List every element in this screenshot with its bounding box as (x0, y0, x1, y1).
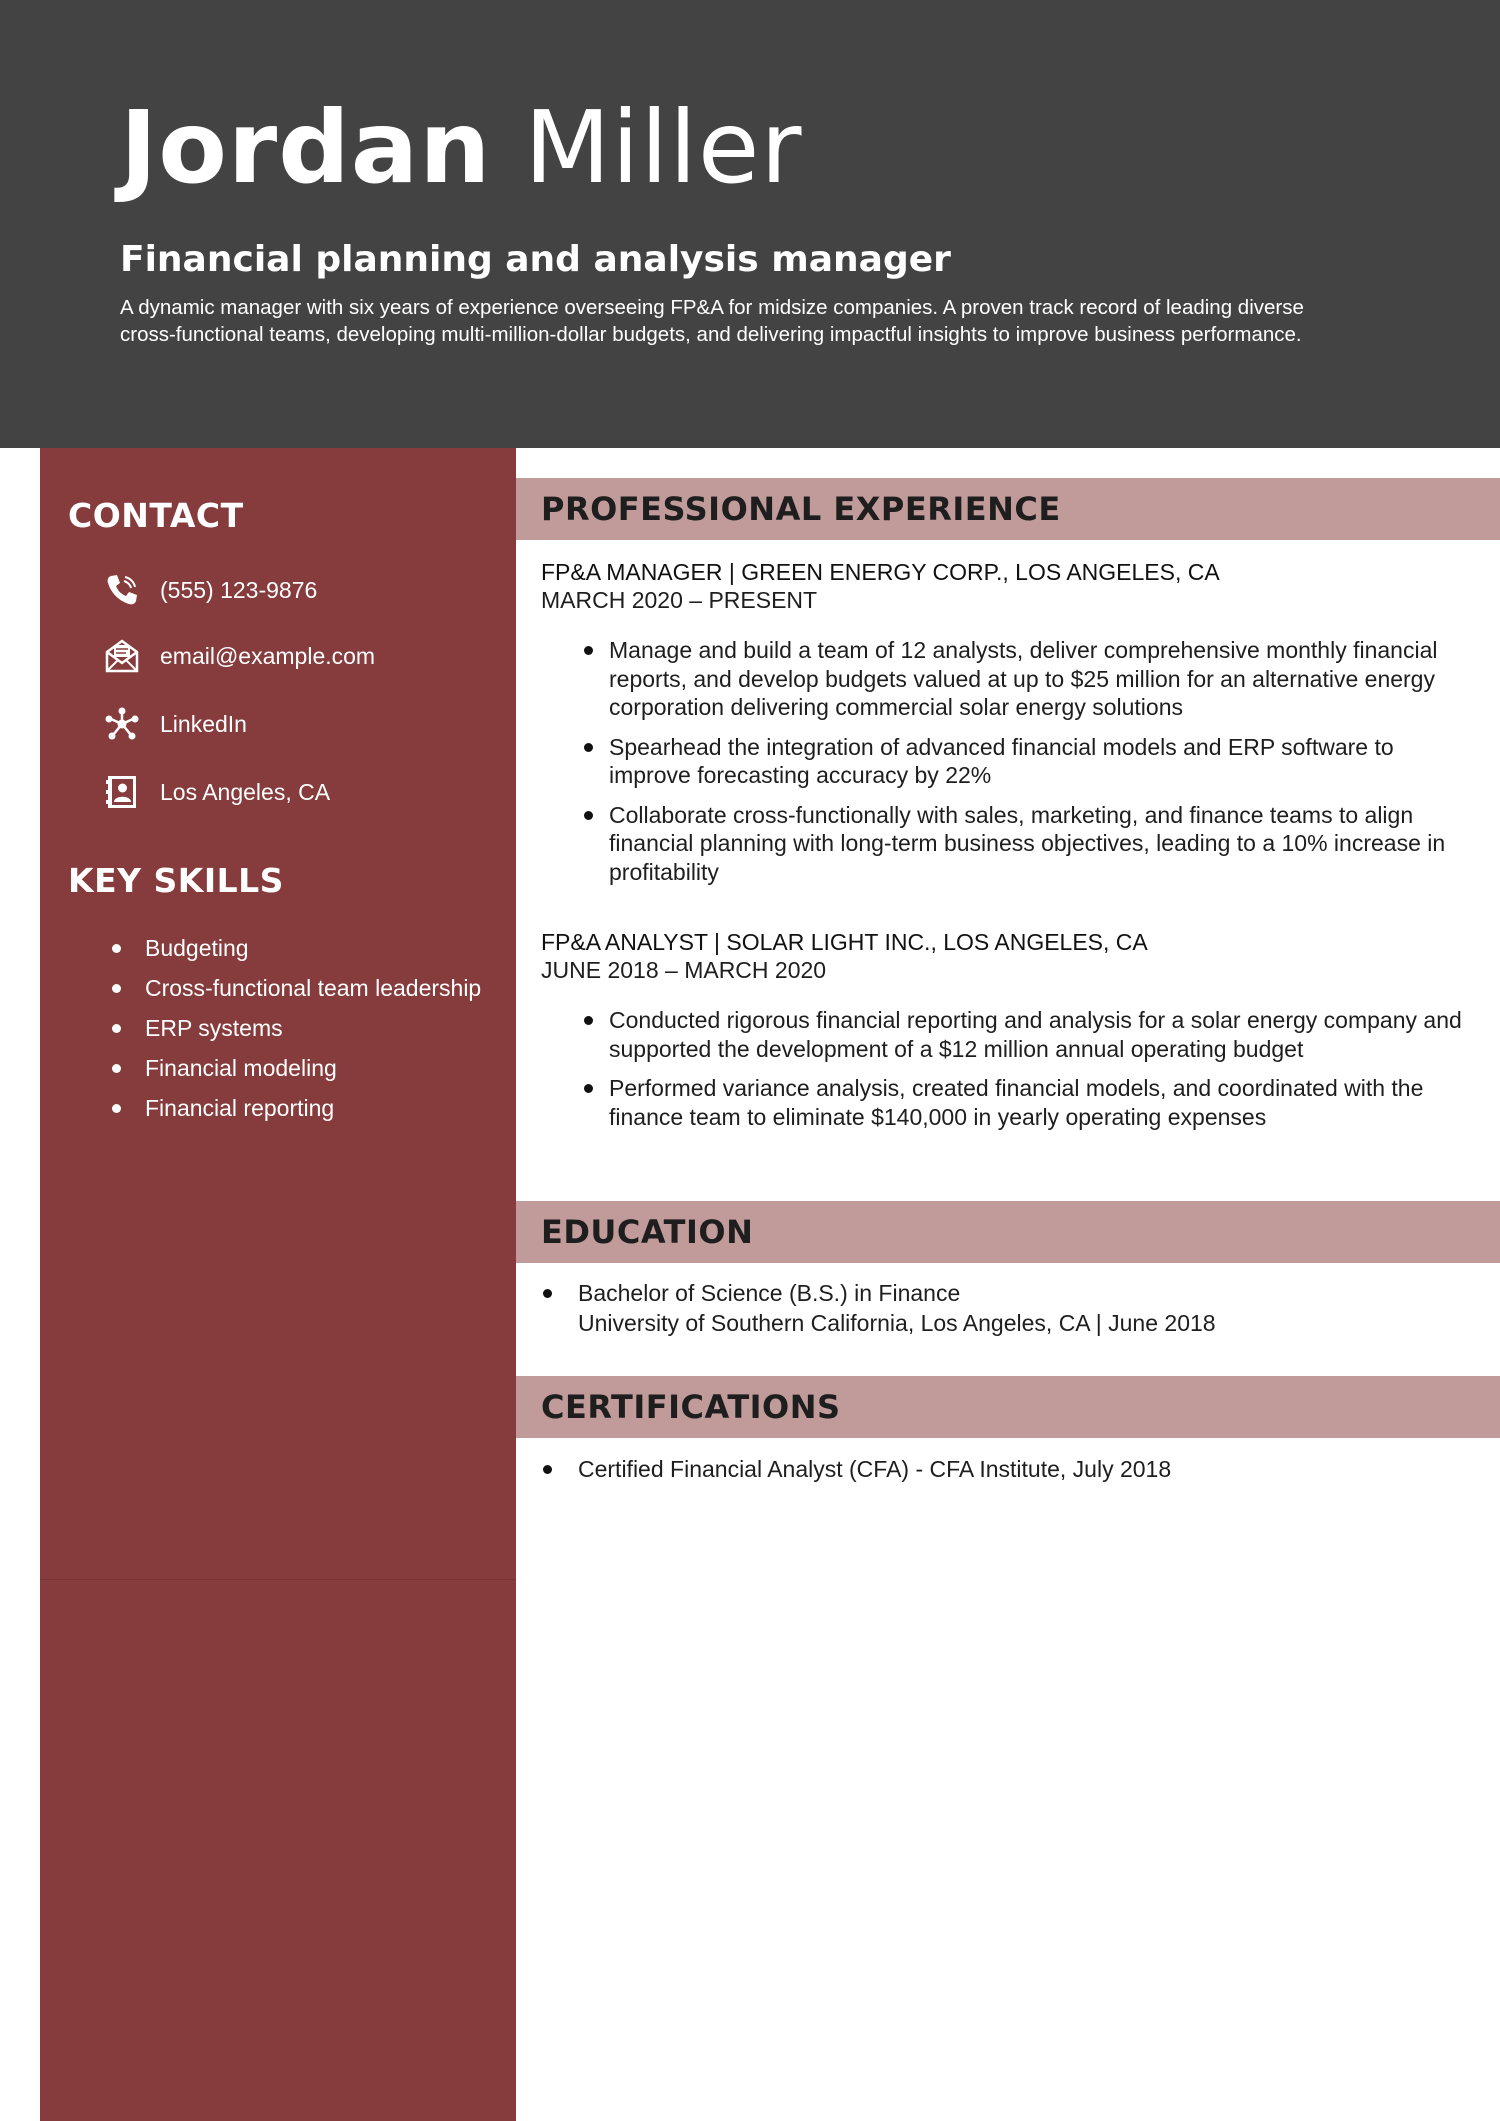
envelope-icon (105, 639, 139, 673)
phone-text: (555) 123-9876 (160, 576, 318, 603)
contact-linkedin: LinkedIn (104, 704, 247, 744)
job-title: Financial planning and analysis manager (120, 239, 951, 280)
certifications-list: Certified Financial Analyst (CFA) - CFA … (541, 1454, 1481, 1484)
list-item: Spearhead the integration of advanced fi… (584, 733, 1464, 790)
list-item: Financial modeling (108, 1054, 498, 1082)
contact-phone: (555) 123-9876 (104, 570, 317, 610)
professional-summary: A dynamic manager with six years of expe… (120, 296, 1304, 346)
job-header: FP&A MANAGER | GREEN ENERGY CORP., LOS A… (541, 559, 1220, 585)
list-item: Manage and build a team of 12 analysts, … (584, 636, 1464, 722)
first-name: Jordan (120, 89, 492, 206)
job-dates: MARCH 2020 – PRESENT (541, 587, 818, 613)
list-item: Performed variance analysis, created fin… (584, 1074, 1464, 1131)
contact-heading: CONTACT (68, 496, 244, 535)
address-card-icon (106, 776, 136, 808)
job-entry: FP&A MANAGER | GREEN ENERGY CORP., LOS A… (541, 558, 1481, 897)
main-content: PROFESSIONAL EXPERIENCE FP&A MANAGER | G… (516, 448, 1500, 2121)
job-header: FP&A ANALYST | SOLAR LIGHT INC., LOS ANG… (541, 929, 1148, 955)
certification: Certified Financial Analyst (CFA) - CFA … (578, 1456, 1172, 1482)
email-text: email@example.com (160, 642, 376, 669)
candidate-name: Jordan Miller (120, 88, 1380, 208)
job-entry: FP&A ANALYST | SOLAR LIGHT INC., LOS ANG… (541, 928, 1481, 1142)
list-item: Certified Financial Analyst (CFA) - CFA … (541, 1454, 1481, 1484)
list-item: Budgeting (108, 934, 498, 962)
sidebar: CONTACT (555) 123-9876 email@example.com (40, 448, 516, 2121)
resume-header: Jordan Miller Financial planning and ana… (0, 0, 1500, 448)
skills-heading: KEY SKILLS (68, 861, 284, 900)
experience-heading: PROFESSIONAL EXPERIENCE (516, 478, 1500, 540)
list-item: Financial reporting (108, 1094, 498, 1122)
list-item: Collaborate cross-functionally with sale… (584, 801, 1464, 887)
contact-email: email@example.com (104, 636, 375, 676)
phone-icon (107, 575, 137, 605)
skills-list: Budgeting Cross-functional team leadersh… (108, 934, 498, 1134)
location-text: Los Angeles, CA (160, 778, 331, 805)
linkedin-text: LinkedIn (160, 710, 247, 737)
list-item: Cross-functional team leadership (108, 974, 498, 1002)
divider (40, 1579, 516, 1580)
job-dates: JUNE 2018 – MARCH 2020 (541, 957, 827, 983)
list-item: Conducted rigorous financial reporting a… (584, 1006, 1464, 1063)
certifications-heading: CERTIFICATIONS (516, 1376, 1500, 1438)
network-icon (105, 707, 139, 740)
job-bullets: Manage and build a team of 12 analysts, … (584, 636, 1464, 886)
education-list: Bachelor of Science (B.S.) in Finance Un… (541, 1278, 1481, 1338)
degree: Bachelor of Science (B.S.) in Finance (578, 1280, 961, 1306)
school: University of Southern California, Los A… (578, 1310, 1216, 1336)
last-name: Miller (524, 89, 803, 206)
education-heading: EDUCATION (516, 1201, 1500, 1263)
list-item: Bachelor of Science (B.S.) in Finance Un… (541, 1278, 1481, 1338)
job-bullets: Conducted rigorous financial reporting a… (584, 1006, 1464, 1131)
list-item: ERP systems (108, 1014, 498, 1042)
contact-location: Los Angeles, CA (104, 772, 330, 812)
